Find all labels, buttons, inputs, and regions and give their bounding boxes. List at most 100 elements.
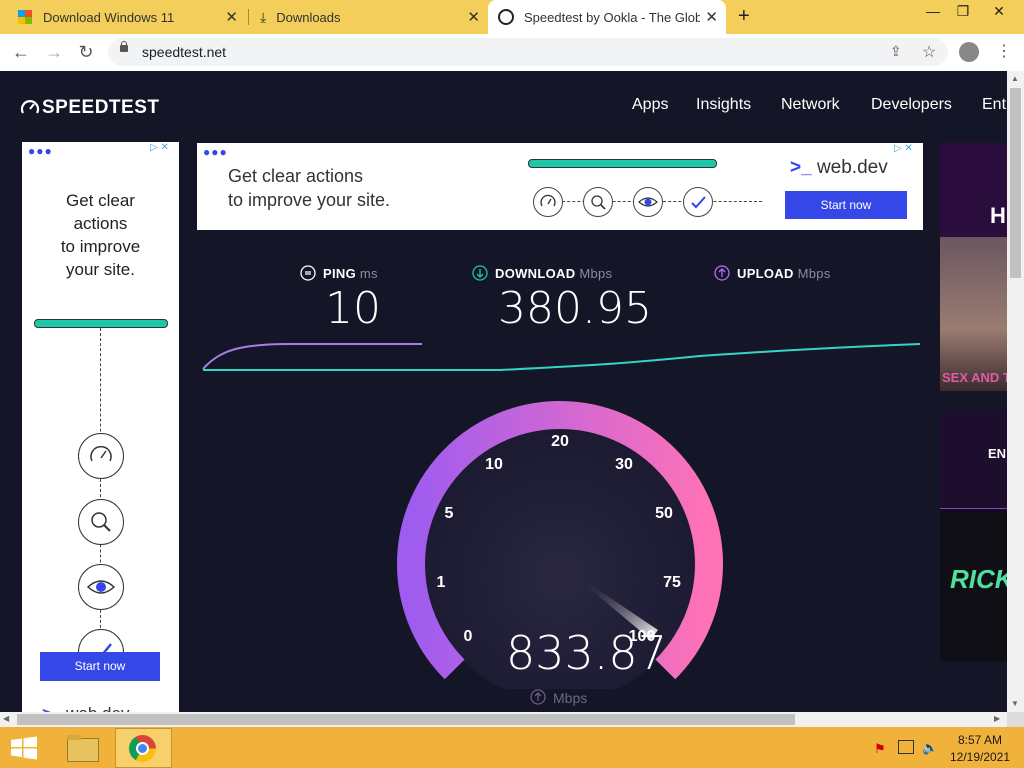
folder-icon bbox=[67, 738, 99, 762]
volume-muted-icon[interactable]: 🔈 bbox=[922, 740, 938, 756]
start-button[interactable] bbox=[10, 736, 38, 760]
share-icon[interactable]: ⇪ bbox=[890, 43, 902, 60]
clock[interactable]: 8:57 AM 12/19/2021 bbox=[940, 733, 1020, 764]
nav-developers[interactable]: Developers bbox=[871, 96, 952, 114]
chrome-icon bbox=[129, 735, 156, 762]
nav-apps[interactable]: Apps bbox=[632, 96, 668, 114]
gauge-unit: Mbps bbox=[553, 690, 588, 706]
new-tab-button[interactable]: + bbox=[738, 5, 750, 28]
reload-button[interactable]: ↻ bbox=[74, 40, 98, 64]
gauge-upload-icon bbox=[530, 689, 546, 710]
tab-downloads[interactable]: ⤓ Downloads ✕ bbox=[252, 0, 488, 34]
ad-progress-bar bbox=[34, 319, 168, 328]
tab-strip: Download Windows 11 ✕ ⤓ Downloads ✕ Spee… bbox=[0, 0, 1024, 34]
ad-choices-icon[interactable]: ▷ ✕ bbox=[894, 143, 913, 154]
gauge-tick: 50 bbox=[655, 505, 673, 522]
ad-dots-icon: ●●● bbox=[203, 145, 228, 159]
right-ad-logo: HB bbox=[990, 203, 1007, 228]
tab-title: Downloads bbox=[276, 9, 341, 25]
gauge-tick: 75 bbox=[663, 574, 681, 591]
folder-tab bbox=[67, 735, 81, 740]
horizontal-scrollbar[interactable]: ◀ ▶ bbox=[0, 712, 1007, 727]
address-bar[interactable]: speedtest.net ⇪ ☆ bbox=[108, 38, 948, 66]
vertical-scrollbar[interactable]: ▲ ▼ bbox=[1007, 71, 1024, 712]
scroll-left-icon[interactable]: ◀ bbox=[3, 714, 9, 723]
top-ad[interactable]: ●●● Get clear actions to improve your si… bbox=[197, 143, 923, 230]
close-tab-icon[interactable]: ✕ bbox=[705, 8, 718, 26]
download-label: DOWNLOAD Mbps bbox=[495, 266, 613, 281]
eye-icon bbox=[633, 187, 663, 217]
tab-download-windows[interactable]: Download Windows 11 ✕ bbox=[10, 0, 246, 34]
ping-label: PING ms bbox=[323, 266, 378, 281]
minimize-button[interactable]: — bbox=[918, 0, 948, 24]
scroll-down-icon[interactable]: ▼ bbox=[1011, 699, 1019, 708]
ad-choices-icon[interactable]: ▷ ✕ bbox=[150, 142, 178, 156]
bookmark-star-icon[interactable]: ☆ bbox=[922, 42, 936, 62]
window-close-button[interactable]: ✕ bbox=[984, 0, 1014, 24]
download-graph-line bbox=[203, 343, 921, 371]
gauge-tick: 1 bbox=[436, 574, 446, 591]
right-ad-bottom[interactable]: RICK bbox=[940, 509, 1007, 661]
nav-enterprise[interactable]: Ent bbox=[982, 96, 1006, 114]
magnifier-icon bbox=[78, 499, 124, 545]
vertical-scroll-thumb[interactable] bbox=[1010, 88, 1021, 278]
close-tab-icon[interactable]: ✕ bbox=[467, 8, 480, 26]
network-icon[interactable] bbox=[898, 740, 914, 754]
nav-network[interactable]: Network bbox=[781, 96, 840, 114]
speedtest-gauge-icon bbox=[20, 100, 40, 114]
magnifier-icon bbox=[583, 187, 613, 217]
gauge-tick: 5 bbox=[444, 505, 454, 522]
upload-label: UPLOAD Mbps bbox=[737, 266, 831, 281]
left-ad-start-now-button[interactable]: Start now bbox=[40, 652, 160, 681]
file-explorer-taskbar-button[interactable] bbox=[57, 729, 107, 766]
url-text: speedtest.net bbox=[142, 44, 227, 60]
scroll-up-icon[interactable]: ▲ bbox=[1011, 74, 1019, 83]
checkmark-icon bbox=[683, 187, 713, 217]
action-center-flag-icon[interactable]: ⚑ bbox=[874, 741, 886, 757]
gauge-tick: 20 bbox=[551, 433, 569, 450]
speed-gauge-icon bbox=[78, 433, 124, 479]
right-ad-photo bbox=[940, 237, 1007, 391]
right-ad-top[interactable]: HB SEX AND THE C bbox=[940, 143, 1007, 391]
ping-value: 10 bbox=[325, 283, 381, 334]
webdev-logo-icon: >_ bbox=[790, 157, 812, 178]
left-ad-brand: >_ web.dev bbox=[42, 704, 129, 712]
download-icon: ⤓ bbox=[260, 8, 267, 25]
tab-title: Speedtest by Ookla - The Global bbox=[524, 9, 700, 25]
logo-text: SPEEDTEST bbox=[42, 97, 160, 118]
speed-history-graph bbox=[202, 343, 921, 371]
top-ad-headline: Get clear actions to improve your site. bbox=[228, 166, 391, 210]
clock-time: 8:57 AM bbox=[957, 733, 1003, 747]
horizontal-scroll-thumb[interactable] bbox=[17, 714, 795, 725]
speedtest-logo-icon bbox=[498, 9, 514, 25]
speed-gauge-icon bbox=[533, 187, 563, 217]
profile-avatar-icon[interactable] bbox=[959, 42, 979, 62]
close-tab-icon[interactable]: ✕ bbox=[225, 8, 238, 26]
speedtest-page: SPEEDTEST Apps Insights Network Develope… bbox=[0, 71, 1007, 712]
chrome-taskbar-button[interactable] bbox=[115, 728, 172, 768]
ping-icon bbox=[300, 265, 316, 286]
windows-logo-icon bbox=[18, 10, 32, 24]
tab-speedtest[interactable]: Speedtest by Ookla - The Global ✕ bbox=[488, 0, 726, 34]
eye-icon bbox=[78, 564, 124, 610]
right-ad-middle[interactable]: EN bbox=[940, 411, 1007, 510]
upload-icon bbox=[714, 265, 730, 286]
forward-button[interactable]: → bbox=[42, 40, 66, 64]
right-ad-title: SEX AND THE C bbox=[942, 370, 1007, 385]
lock-shackle bbox=[121, 41, 127, 47]
gauge-tick: 10 bbox=[485, 456, 503, 473]
nav-insights[interactable]: Insights bbox=[696, 96, 751, 114]
gauge-tick: 30 bbox=[615, 456, 633, 473]
download-value: 380.95 bbox=[498, 283, 652, 334]
menu-kebab-icon[interactable]: ⋮ bbox=[996, 41, 1012, 61]
restore-button[interactable]: ❐ bbox=[948, 0, 978, 24]
left-ad[interactable]: ●●● ▷ ✕ Get clear actions to improve you… bbox=[22, 142, 179, 712]
tab-title: Download Windows 11 bbox=[43, 9, 175, 25]
scroll-right-icon[interactable]: ▶ bbox=[994, 714, 1000, 723]
top-ad-progress-bar bbox=[528, 159, 717, 168]
windows-start-icon bbox=[11, 736, 37, 760]
back-button[interactable]: ← bbox=[9, 40, 33, 64]
scrollbar-corner bbox=[1007, 712, 1024, 727]
top-ad-start-now-button[interactable]: Start now bbox=[785, 191, 907, 219]
taskbar: ⚑ 🔈 8:57 AM 12/19/2021 bbox=[0, 727, 1024, 768]
